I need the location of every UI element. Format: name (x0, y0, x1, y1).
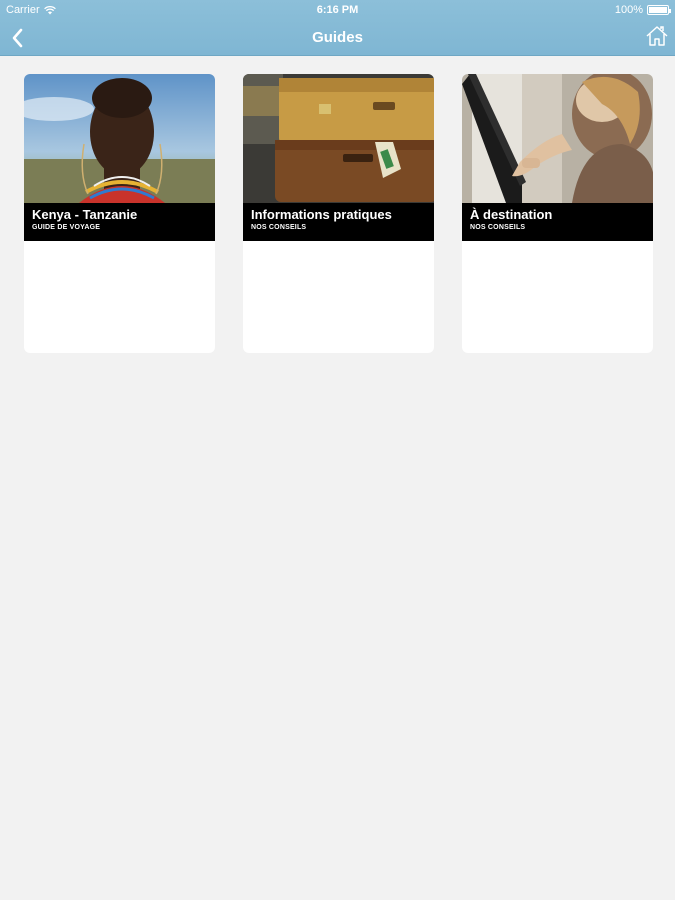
guide-card-kenya-tanzanie[interactable]: Kenya - Tanzanie GUIDE DE VOYAGE (24, 74, 215, 353)
guide-card-a-destination[interactable]: À destination NOS CONSEILS (462, 74, 653, 353)
home-button[interactable] (645, 24, 669, 48)
guide-title: Kenya - Tanzanie (32, 207, 138, 222)
guide-subtitle: NOS CONSEILS (251, 224, 307, 231)
top-bar: Carrier 6:16 PM 100% Guides (0, 0, 675, 56)
guide-caption: À destination NOS CONSEILS (462, 203, 653, 241)
guide-subtitle: NOS CONSEILS (470, 224, 526, 231)
battery-icon (647, 5, 671, 15)
guide-caption: Informations pratiques NOS CONSEILS (243, 203, 434, 241)
status-time: 6:16 PM (316, 4, 359, 16)
status-bar: Carrier 6:16 PM 100% (0, 0, 675, 20)
page-title: Guides (312, 29, 363, 46)
battery-label: 100% (614, 4, 643, 16)
guide-photo-kenya (24, 74, 215, 203)
battery-indicator: 100% (614, 4, 671, 16)
guide-caption: Kenya - Tanzanie GUIDE DE VOYAGE (24, 203, 215, 241)
guide-title: À destination (470, 207, 553, 222)
home-icon (646, 26, 668, 46)
guide-title: Informations pratiques (251, 207, 392, 222)
guide-photo-suitcases (243, 74, 434, 203)
guide-photo-car-window (462, 74, 653, 203)
guide-card-informations-pratiques[interactable]: Informations pratiques NOS CONSEILS (243, 74, 434, 353)
guide-subtitle: GUIDE DE VOYAGE (32, 224, 101, 231)
